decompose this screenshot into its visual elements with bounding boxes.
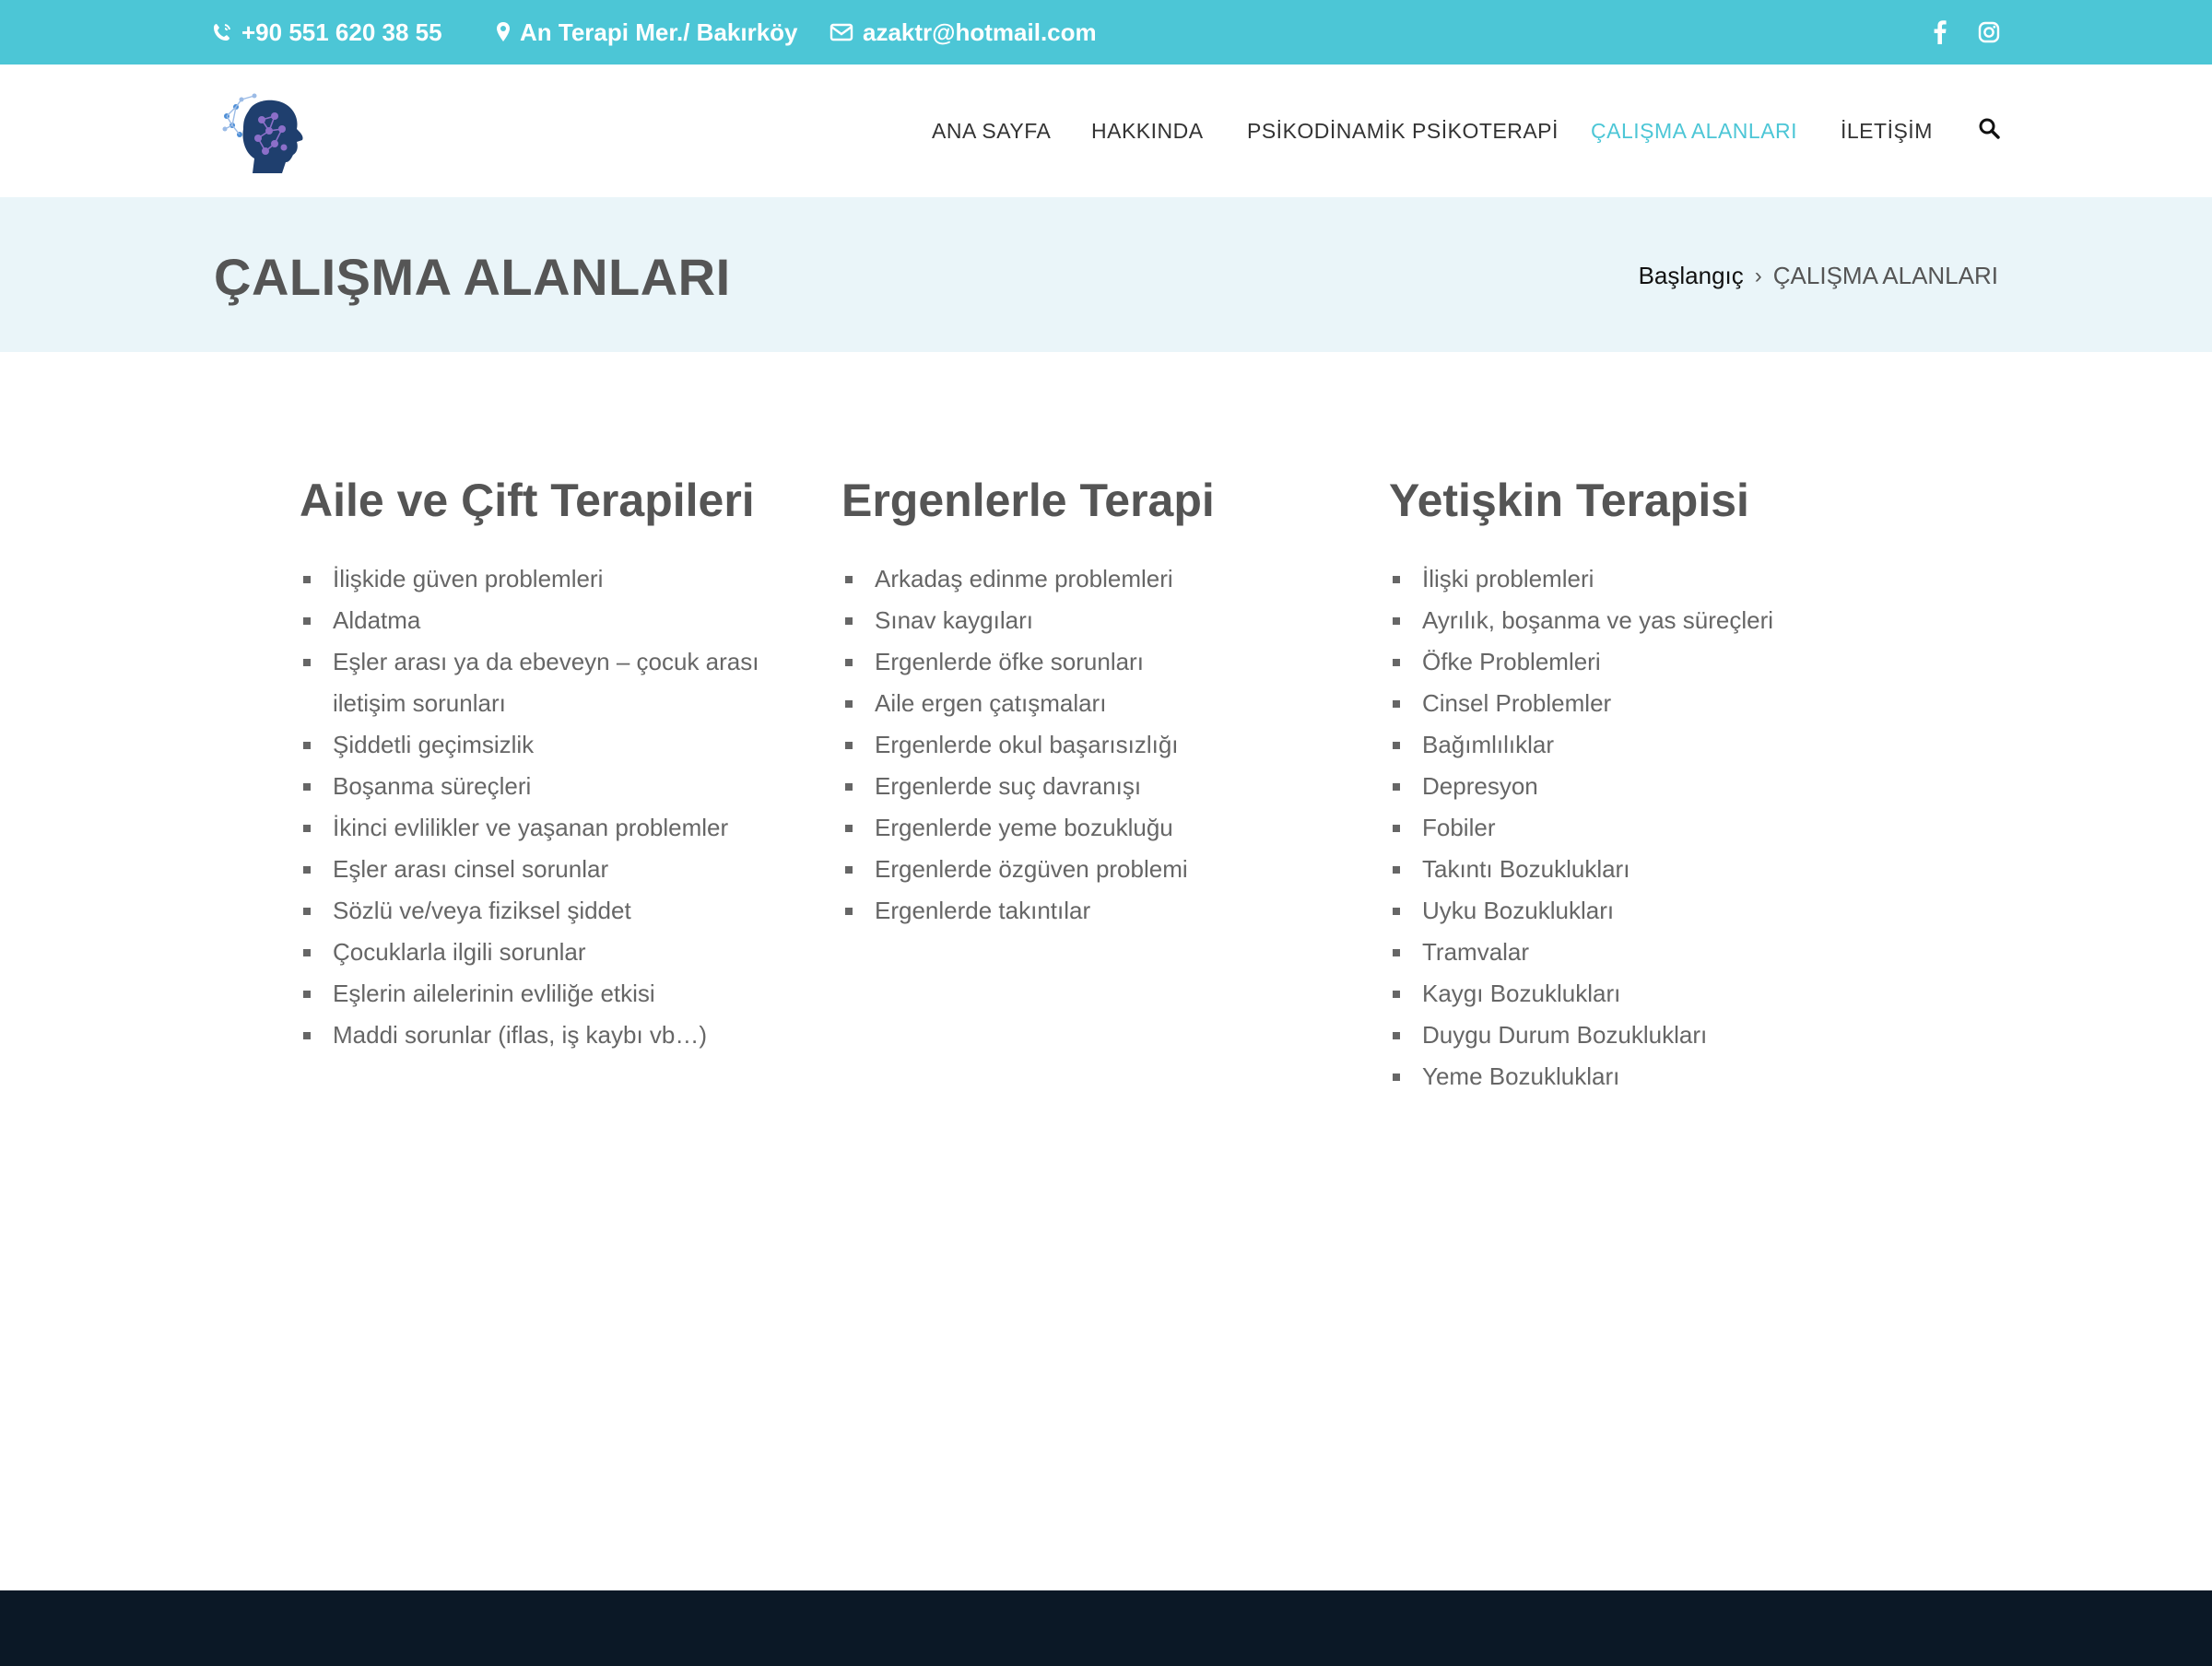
nav-item-hakkinda[interactable]: HAKKINDA bbox=[1091, 65, 1204, 197]
list-item: Ayrılık, boşanma ve yas süreçleri bbox=[1389, 600, 1905, 641]
list-item: Maddi sorunlar (iflas, iş kaybı vb…) bbox=[300, 1015, 797, 1056]
nav-item-psikodinamik-psikoterapi[interactable]: PSİKODİNAMİK PSİKOTERAPİ bbox=[1247, 65, 1559, 197]
list-item: Fobiler bbox=[1389, 807, 1905, 849]
list-item: Eşler arası cinsel sorunlar bbox=[300, 849, 797, 890]
phone-icon bbox=[214, 24, 230, 41]
column-heading: Ergenlerle Terapi bbox=[841, 475, 1215, 526]
nav-item-calisma-alanlari[interactable]: ÇALIŞMA ALANLARI bbox=[1591, 65, 1797, 197]
list-item: Kaygı Bozuklukları bbox=[1389, 973, 1905, 1015]
chevron-right-icon: › bbox=[1754, 263, 1762, 288]
top-contact-bar: +90 551 620 38 55 An Terapi Mer./ Bakırk… bbox=[0, 0, 2212, 65]
breadcrumb-current: ÇALIŞMA ALANLARI bbox=[1772, 262, 1998, 289]
list-item: Ergenlerde takıntılar bbox=[841, 890, 1358, 932]
list-item: Sınav kaygıları bbox=[841, 600, 1358, 641]
instagram-link[interactable] bbox=[1978, 0, 2000, 65]
service-list: İlişki problemleri Ayrılık, boşanma ve y… bbox=[1389, 558, 1905, 1097]
list-item: Duygu Durum Bozuklukları bbox=[1389, 1015, 1905, 1056]
list-item: Eşlerin ailelerinin evliliğe etkisi bbox=[300, 973, 797, 1015]
list-item: İlişkide güven problemleri bbox=[300, 558, 797, 600]
phone-number: +90 551 620 38 55 bbox=[241, 18, 442, 46]
list-item: İlişki problemleri bbox=[1389, 558, 1905, 600]
list-item: Cinsel Problemler bbox=[1389, 683, 1905, 724]
page-title: ÇALIŞMA ALANLARI bbox=[214, 248, 731, 306]
envelope-icon bbox=[830, 23, 853, 41]
list-item: Arkadaş edinme problemleri bbox=[841, 558, 1358, 600]
email-address: azaktr@hotmail.com bbox=[863, 18, 1097, 46]
service-list: Arkadaş edinme problemleri Sınav kaygıla… bbox=[841, 558, 1358, 932]
search-icon bbox=[1979, 118, 2000, 139]
breadcrumb: Başlangıç › ÇALIŞMA ALANLARI bbox=[1639, 262, 1998, 290]
list-item: Yeme Bozuklukları bbox=[1389, 1056, 1905, 1097]
column-heading: Aile ve Çift Terapileri bbox=[300, 475, 755, 526]
breadcrumb-home-link[interactable]: Başlangıç bbox=[1639, 262, 1744, 290]
list-item: Ergenlerde özgüven problemi bbox=[841, 849, 1358, 890]
column-ergenlerle-terapi: Ergenlerle Terapi Arkadaş edinme problem… bbox=[841, 474, 1358, 932]
nav-item-iletisim[interactable]: İLETİŞİM bbox=[1841, 65, 1933, 197]
list-item: Şiddetli geçimsizlik bbox=[300, 724, 797, 766]
column-aile-cift: Aile ve Çift Terapileri İlişkide güven p… bbox=[300, 474, 797, 1056]
facebook-link[interactable] bbox=[1934, 0, 1947, 65]
nav-item-ana-sayfa[interactable]: ANA SAYFA bbox=[932, 65, 1051, 197]
list-item: Tramvalar bbox=[1389, 932, 1905, 973]
service-list: İlişkide güven problemleri Aldatma Eşler… bbox=[300, 558, 797, 1056]
list-item: Takıntı Bozuklukları bbox=[1389, 849, 1905, 890]
list-item: Boşanma süreçleri bbox=[300, 766, 797, 807]
brain-head-logo-icon bbox=[222, 93, 303, 173]
list-item: Eşler arası ya da ebeveyn – çocuk arası … bbox=[300, 641, 797, 724]
list-item: Ergenlerde suç davranışı bbox=[841, 766, 1358, 807]
list-item: Ergenlerde yeme bozukluğu bbox=[841, 807, 1358, 849]
site-footer bbox=[0, 1590, 2212, 1666]
list-item: Aldatma bbox=[300, 600, 797, 641]
search-button[interactable] bbox=[1978, 117, 2000, 139]
site-logo[interactable] bbox=[218, 92, 310, 177]
email-contact[interactable]: azaktr@hotmail.com bbox=[830, 0, 1097, 65]
list-item: Çocuklarla ilgili sorunlar bbox=[300, 932, 797, 973]
list-item: Öfke Problemleri bbox=[1389, 641, 1905, 683]
list-item: Depresyon bbox=[1389, 766, 1905, 807]
phone-contact[interactable]: +90 551 620 38 55 bbox=[212, 0, 442, 65]
list-item: Ergenlerde öfke sorunları bbox=[841, 641, 1358, 683]
instagram-icon bbox=[1978, 21, 2000, 43]
list-item: Uyku Bozuklukları bbox=[1389, 890, 1905, 932]
map-marker-icon bbox=[497, 22, 510, 41]
list-item: Aile ergen çatışmaları bbox=[841, 683, 1358, 724]
address-text: An Terapi Mer./ Bakırköy bbox=[520, 18, 798, 46]
list-item: Sözlü ve/veya fiziksel şiddet bbox=[300, 890, 797, 932]
address-contact: An Terapi Mer./ Bakırköy bbox=[496, 0, 798, 65]
list-item: Bağımlılıklar bbox=[1389, 724, 1905, 766]
facebook-icon bbox=[1934, 20, 1947, 44]
list-item: Ergenlerde okul başarısızlığı bbox=[841, 724, 1358, 766]
list-item: İkinci evlilikler ve yaşanan problemler bbox=[300, 807, 797, 849]
column-heading: Yetişkin Terapisi bbox=[1389, 475, 1749, 526]
column-yetiskin-terapisi: Yetişkin Terapisi İlişki problemleri Ayr… bbox=[1389, 474, 1905, 1097]
